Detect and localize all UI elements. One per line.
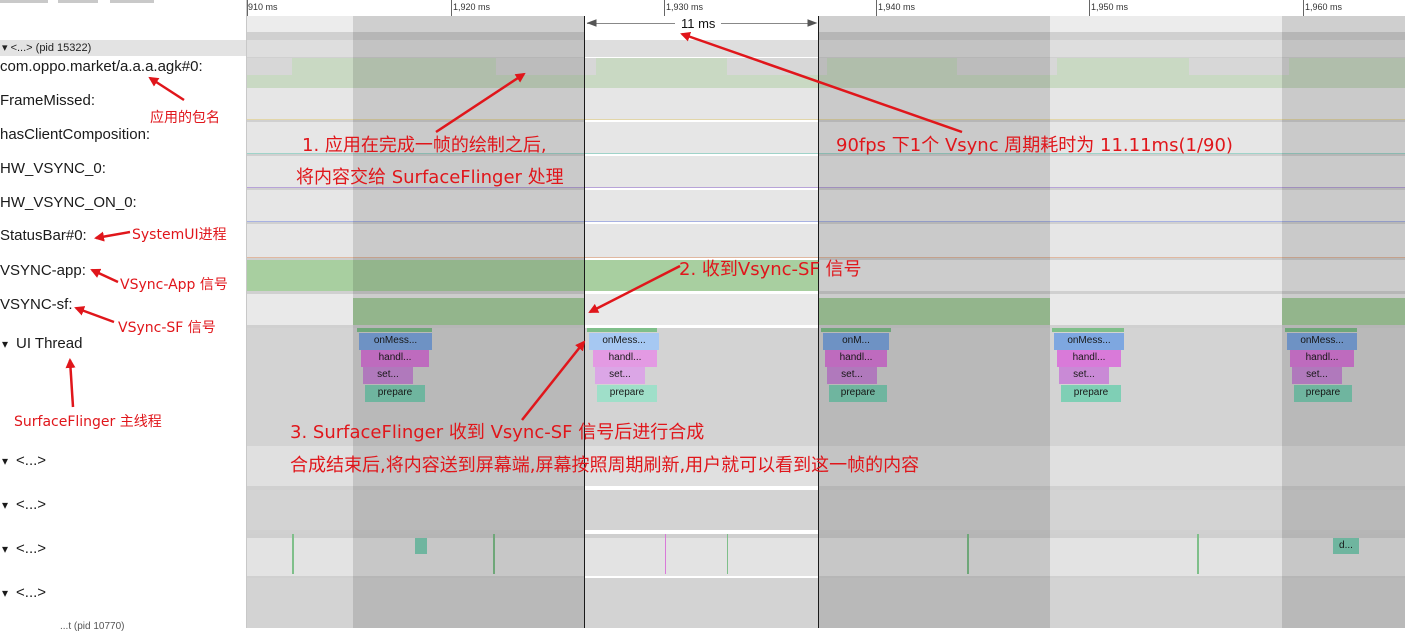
arrow-vsync-sf — [74, 306, 115, 324]
arrow-systemui — [94, 230, 131, 242]
arrow-vsync-app — [90, 268, 119, 284]
span-arrow-left-icon — [586, 19, 597, 27]
arrow-step2 — [588, 264, 681, 314]
arrow-sf-main-thread — [65, 358, 76, 408]
arrow-step1 — [435, 72, 526, 134]
arrow-package-name — [148, 76, 185, 102]
arrow-step3 — [521, 340, 586, 421]
annotation-arrows — [65, 19, 963, 421]
span-arrow-right-icon — [807, 19, 818, 27]
arrow-fps-note — [680, 31, 963, 134]
